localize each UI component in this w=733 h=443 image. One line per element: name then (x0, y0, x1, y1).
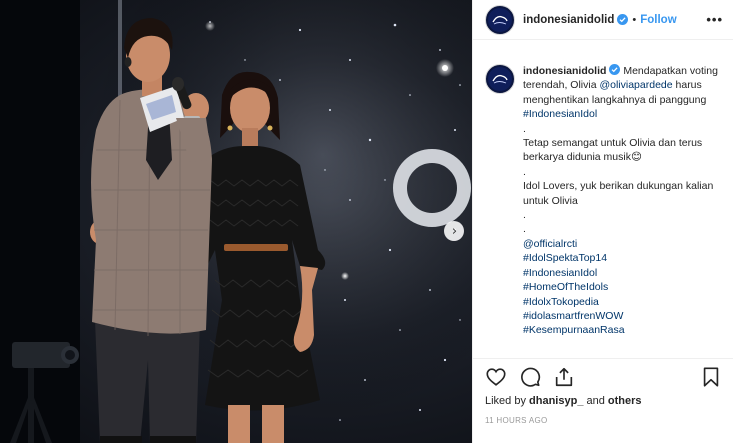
post-actions: Liked by dhanisyp_ and others 11 HOURS A… (473, 358, 733, 425)
chevron-right-icon: › (451, 223, 458, 239)
caption-dot: . (523, 223, 526, 236)
caption-line: Idol Lovers, yuk berikan dukungan kalian… (523, 180, 714, 207)
avatar[interactable] (485, 4, 515, 35)
tag-link[interactable]: #IdolxTokopedia (523, 295, 719, 309)
header-username[interactable]: indonesianidolid (523, 14, 614, 26)
smile-emoji: 😊 (630, 151, 642, 164)
caption-text: indonesianidolid Mendapatkan voting tere… (523, 64, 719, 338)
stage-scene (0, 0, 472, 443)
tag-link[interactable]: #IdolSpektaTop14 (523, 251, 719, 265)
brand-logo-icon (488, 67, 512, 91)
comment-icon[interactable] (519, 366, 541, 388)
liked-and-label: and (583, 395, 608, 407)
more-options-icon[interactable]: ••• (706, 12, 723, 27)
post-side-panel: indonesianidolid • Follow ••• indonesian… (472, 0, 733, 443)
caption-comment: indonesianidolid Mendapatkan voting tere… (473, 40, 733, 338)
tag-link[interactable]: #IndonesianIdol (523, 266, 719, 280)
post-timestamp[interactable]: 11 HOURS AGO (485, 416, 722, 425)
verified-badge-icon (617, 14, 629, 25)
likes-summary: Liked by dhanisyp_ and others (485, 395, 722, 407)
mention-link[interactable]: @oliviapardede (599, 79, 672, 91)
tag-link[interactable]: #HomeOfTheIdols (523, 280, 719, 294)
caption-dot: . (523, 165, 526, 178)
post-header: indonesianidolid • Follow ••• (473, 0, 733, 40)
liked-by-label: Liked by (485, 395, 530, 407)
tag-link[interactable]: #idolasmartfrenWOW (523, 309, 719, 323)
bookmark-icon[interactable] (700, 366, 722, 388)
post-photo[interactable]: › (0, 0, 472, 443)
separator-dot: • (632, 13, 637, 26)
liked-others-link[interactable]: others (608, 395, 642, 407)
tag-link[interactable]: @officialrcti (523, 237, 719, 251)
action-icons (485, 365, 722, 389)
caption-dot: . (523, 122, 526, 135)
caption-dot: . (523, 209, 526, 222)
verified-badge-icon (609, 64, 621, 75)
caption-avatar[interactable] (485, 64, 515, 94)
tag-link[interactable]: #KesempurnaanRasa (523, 323, 719, 337)
caption-username[interactable]: indonesianidolid (523, 65, 606, 77)
caption-line: Tetap semangat untuk Olivia dan terus be… (523, 137, 703, 164)
brand-logo-icon (488, 7, 512, 32)
share-icon[interactable] (553, 366, 575, 388)
hashtag-link[interactable]: #IndonesianIdol (523, 108, 597, 120)
heart-icon[interactable] (485, 366, 507, 388)
liked-user-link[interactable]: dhanisyp_ (529, 395, 583, 407)
next-photo-button[interactable]: › (444, 221, 464, 241)
follow-button[interactable]: Follow (640, 14, 676, 26)
